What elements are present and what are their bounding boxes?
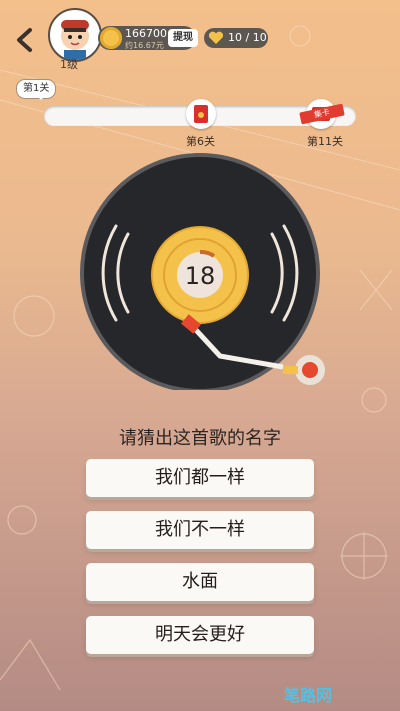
coin-balance: 166700 [125,27,167,40]
withdraw-button[interactable]: 提现 [168,29,198,47]
answer-option-2[interactable]: 我们不一样 [86,511,314,549]
milestone-label-6: 第6关 [186,135,215,148]
question-prompt: 请猜出这首歌的名字 [119,428,281,449]
player-level: 1级 [60,58,78,71]
countdown-timer: 18 [184,262,216,290]
current-level-bubble: 第1关 [16,79,57,100]
avatar-image [61,20,89,60]
answer-option-1[interactable]: 我们都一样 [86,459,314,497]
site-watermark: 笔路网 [284,686,333,705]
red-envelope-icon[interactable] [186,99,216,129]
coin-cash-equivalent: 约16.67元 [125,41,164,50]
heart-icon [208,31,224,44]
milestone-label-11: 第11关 [307,135,343,148]
answer-option-3[interactable]: 水面 [86,563,314,601]
coin-icon [100,27,122,49]
answer-option-4[interactable]: 明天会更好 [86,616,314,654]
lives-count: 10 / 10 [228,31,267,44]
back-arrow-icon[interactable] [12,26,40,54]
avatar[interactable] [48,8,102,62]
